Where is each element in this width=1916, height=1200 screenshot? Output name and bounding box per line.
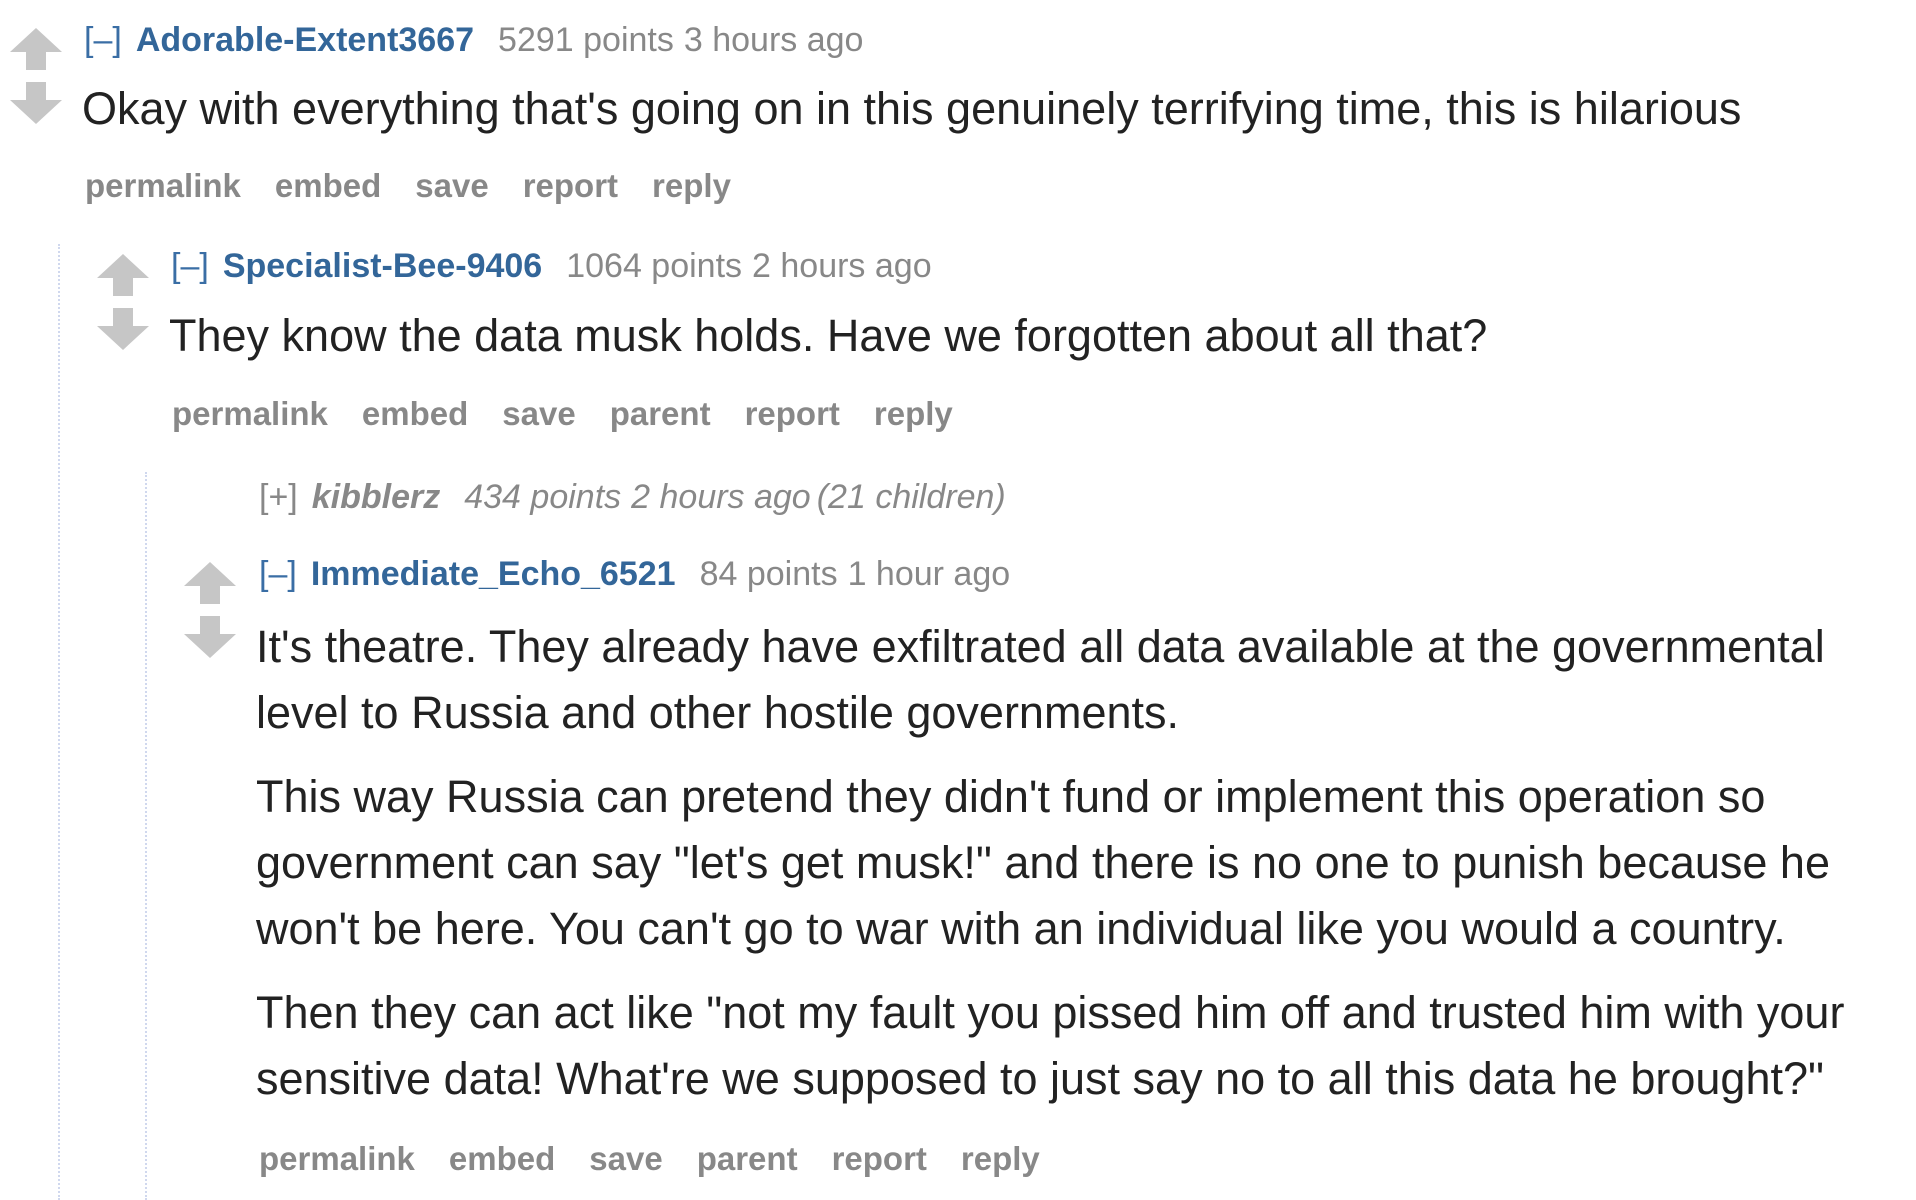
timestamp: 3 hours ago — [683, 21, 864, 59]
reply-button[interactable]: reply — [874, 395, 953, 432]
reply-button[interactable]: reply — [652, 167, 731, 204]
author-link[interactable]: Adorable-Extent3667 — [136, 21, 474, 59]
parent-button[interactable]: parent — [610, 395, 711, 432]
upvote-arrow-icon[interactable] — [95, 252, 151, 298]
score: 434 points — [464, 478, 622, 516]
comment-paragraph: They know the data musk holds. Have we f… — [169, 310, 1488, 361]
embed-button[interactable]: embed — [275, 167, 381, 204]
downvote-arrow-icon[interactable] — [8, 80, 64, 126]
embed-button[interactable]: embed — [362, 395, 468, 432]
permalink-button[interactable]: permalink — [85, 167, 241, 204]
comment-paragraph: This way Russia can pretend they didn't … — [256, 771, 1830, 954]
parent-button[interactable]: parent — [697, 1140, 798, 1177]
downvote-arrow-icon[interactable] — [95, 306, 151, 352]
collapse-toggle[interactable]: [–] — [259, 555, 297, 593]
comment-tagline: [–] Adorable-Extent3667 5291 points 3 hours… — [84, 20, 863, 60]
save-button[interactable]: save — [589, 1140, 662, 1177]
reply-button[interactable]: reply — [961, 1140, 1040, 1177]
collapse-toggle[interactable]: [–] — [171, 247, 209, 285]
thread-rail-level-2[interactable] — [145, 472, 147, 1200]
comment-body: It's theatre. They already have exfiltra… — [256, 614, 1906, 1130]
comment-tagline: [–] Specialist-Bee-9406 1064 points 2 hours… — [171, 246, 932, 286]
score: 1064 points — [566, 247, 743, 285]
comment-paragraph: Then they can act like "not my fault you… — [256, 987, 1845, 1104]
upvote-arrow-icon[interactable] — [182, 560, 238, 606]
report-button[interactable]: report — [745, 395, 840, 432]
author-link[interactable]: kibblerz — [312, 478, 440, 516]
comment-body: They know the data musk holds. Have we f… — [169, 303, 1899, 387]
timestamp: 2 hours ago — [752, 247, 932, 285]
comment-actions: permalink embed save report reply — [85, 166, 765, 206]
comment-paragraph: Okay with everything that's going on in … — [82, 83, 1742, 134]
permalink-button[interactable]: permalink — [259, 1140, 415, 1177]
save-button[interactable]: save — [415, 167, 488, 204]
comment-body: Okay with everything that's going on in … — [82, 76, 1902, 160]
score: 5291 points — [498, 21, 674, 59]
permalink-button[interactable]: permalink — [172, 395, 328, 432]
embed-button[interactable]: embed — [449, 1140, 555, 1177]
expand-toggle[interactable]: [+] — [259, 478, 298, 516]
comment-tagline: [+] kibblerz 434 points 2 hours ago (21 chil… — [259, 477, 1006, 517]
children-count: (21 children) — [816, 478, 1006, 516]
downvote-arrow-icon[interactable] — [182, 614, 238, 660]
comment-thread: [–] Adorable-Extent3667 5291 points 3 hours… — [0, 0, 1916, 1200]
save-button[interactable]: save — [502, 395, 575, 432]
author-link[interactable]: Immediate_Echo_6521 — [311, 555, 676, 593]
author-link[interactable]: Specialist-Bee-9406 — [223, 247, 542, 285]
comment-actions: permalink embed save parent report reply — [172, 394, 987, 434]
score: 84 points — [699, 555, 838, 593]
timestamp: 1 hour ago — [847, 555, 1011, 593]
upvote-arrow-icon[interactable] — [8, 26, 64, 72]
thread-rail-level-1[interactable] — [58, 244, 60, 1200]
report-button[interactable]: report — [832, 1140, 927, 1177]
collapse-toggle[interactable]: [–] — [84, 21, 122, 59]
comment-paragraph: It's theatre. They already have exfiltra… — [256, 621, 1825, 738]
comment-actions: permalink embed save parent report reply — [259, 1139, 1074, 1179]
report-button[interactable]: report — [523, 167, 618, 204]
timestamp: 2 hours ago — [631, 478, 811, 516]
comment-tagline: [–] Immediate_Echo_6521 84 points 1 hour ag… — [259, 554, 1010, 594]
